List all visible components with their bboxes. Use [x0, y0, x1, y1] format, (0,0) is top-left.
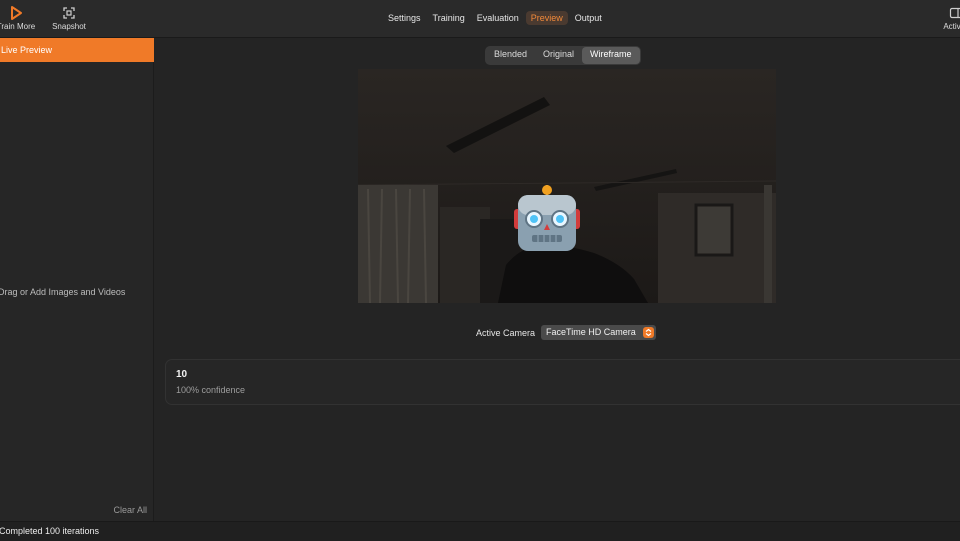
activity-button[interactable]: Activity [936, 6, 960, 31]
prediction-confidence: 100% confidence [176, 385, 245, 395]
tab-preview[interactable]: Preview [526, 11, 568, 25]
prediction-card: 10 100% confidence [165, 359, 960, 405]
live-preview-label: Live Preview [1, 45, 52, 55]
mode-blended[interactable]: Blended [486, 47, 535, 64]
sidebar: Live Preview Drag or Add Images and Vide… [0, 38, 154, 521]
activity-label: Activity [943, 22, 960, 31]
train-more-button[interactable]: Train More [0, 6, 36, 31]
camera-frame [358, 69, 776, 303]
active-camera-label: Active Camera [476, 328, 535, 338]
chevron-updown-icon [643, 327, 654, 338]
snapshot-label: Snapshot [52, 22, 86, 31]
mode-wireframe[interactable]: Wireframe [582, 47, 640, 64]
prediction-label: 10 [176, 369, 187, 380]
camera-row: Active Camera FaceTime HD Camera [476, 325, 656, 340]
snapshot-button[interactable]: Snapshot [48, 6, 90, 31]
tab-settings[interactable]: Settings [383, 11, 426, 25]
camera-preview [358, 69, 776, 303]
drop-hint[interactable]: Drag or Add Images and Videos [0, 287, 125, 297]
tab-training[interactable]: Training [428, 11, 470, 25]
tab-evaluation[interactable]: Evaluation [472, 11, 524, 25]
main-tabs: Settings Training Evaluation Preview Out… [383, 11, 607, 25]
train-more-label: Train More [0, 22, 35, 31]
live-preview-item[interactable]: Live Preview [0, 38, 154, 62]
status-bar: Completed 100 iterations [0, 521, 960, 541]
snapshot-icon [62, 6, 76, 20]
camera-select-value: FaceTime HD Camera [546, 327, 636, 337]
activity-panel-icon [949, 6, 960, 20]
tab-output[interactable]: Output [570, 11, 607, 25]
preview-mode-control: Blended Original Wireframe [485, 46, 641, 65]
clear-all-button[interactable]: Clear All [113, 505, 147, 515]
status-text: Completed 100 iterations [0, 526, 99, 536]
camera-select[interactable]: FaceTime HD Camera [541, 325, 656, 340]
toolbar: Train More Snapshot Settings Training Ev… [0, 0, 960, 38]
play-icon [9, 6, 23, 20]
mode-original[interactable]: Original [535, 47, 582, 64]
